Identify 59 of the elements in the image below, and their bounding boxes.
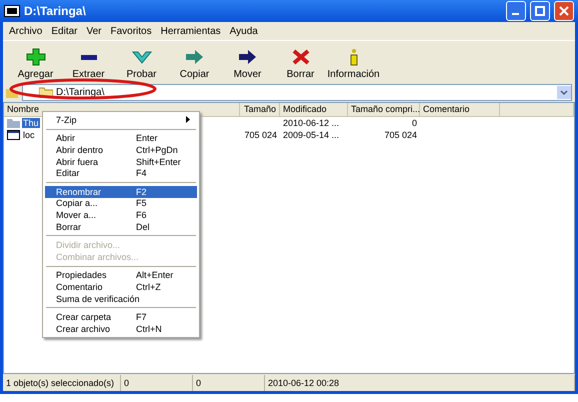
toolbar-button[interactable]: Extraer (62, 48, 115, 80)
context-menu-item[interactable]: Comentario Ctrl+Z (45, 281, 197, 293)
context-menu-item[interactable]: Propiedades Alt+Enter (45, 270, 197, 282)
context-menu-item[interactable]: Editar F4 (45, 167, 197, 179)
context-menu-item[interactable]: Abrir dentro Ctrl+PgDn (45, 144, 197, 156)
table-cell-text: 0 (410, 118, 418, 128)
dropdown-icon[interactable] (557, 86, 571, 98)
maximize-icon (535, 6, 545, 16)
arrow-icon (184, 48, 204, 66)
table-cell-text: 705 024 (243, 130, 278, 140)
plus-icon (26, 48, 46, 66)
menu-item[interactable]: Archivo (9, 26, 42, 36)
file-name[interactable]: Thu (22, 118, 40, 128)
submenu-arrow-icon (186, 116, 191, 124)
table-cell-text: 2010-06-12 ... (282, 118, 340, 128)
toolbar-button[interactable]: Información (327, 48, 380, 80)
close-button[interactable] (554, 1, 574, 21)
menu-item[interactable]: Ver (86, 26, 102, 36)
context-menu-item[interactable]: Borrar Del (45, 220, 197, 232)
menu-item[interactable]: Herramientas (160, 26, 221, 36)
context-menu-item[interactable]: Suma de verificación (45, 292, 197, 304)
context-menu-item[interactable]: Abrir fuera Shift+Enter (45, 156, 197, 168)
file-name[interactable]: loc (22, 130, 36, 140)
table-cell-text: 2009-05-14 ... (282, 130, 340, 140)
toolbar-button[interactable]: Borrar (274, 48, 327, 80)
status-text: 0 (193, 375, 265, 391)
minimize-button[interactable] (506, 1, 526, 21)
status-text: 2010-06-12 00:28 (265, 375, 575, 391)
context-menu-item[interactable]: 7-Zip (45, 114, 197, 126)
window-title: D:\Taringa\ (24, 4, 87, 18)
folder-up-icon[interactable] (6, 86, 18, 98)
table-cell-text: 705 024 (383, 130, 418, 140)
close-icon (559, 6, 569, 16)
maximize-button[interactable] (530, 1, 550, 21)
toolbar-button[interactable]: Copiar (168, 48, 221, 80)
context-menu-item[interactable]: Copiar a... F5 (45, 198, 197, 210)
minus-icon (80, 55, 96, 60)
context-menu-item[interactable]: Renombrar F2 (45, 186, 197, 198)
app-icon (4, 5, 20, 17)
status-text: 0 (121, 375, 193, 391)
arrow-icon (238, 48, 258, 66)
delete-icon (290, 48, 310, 66)
column-header[interactable]: Tamaño (240, 103, 280, 116)
column-header[interactable]: Modificado (280, 103, 348, 116)
status-text: 1 objeto(s) seleccionado(s) (3, 375, 121, 391)
menu-item[interactable]: Favoritos (110, 26, 152, 36)
file-icon (7, 130, 20, 140)
context-menu-item[interactable]: Crear archivo Ctrl+N (45, 322, 197, 334)
address-field[interactable]: D:\Taringa\ (22, 84, 572, 100)
toolbar-button[interactable]: Probar (115, 48, 168, 80)
menu-item[interactable]: Editar (51, 26, 78, 36)
context-menu-item[interactable]: Crear carpeta F7 (45, 311, 197, 323)
column-header[interactable]: Comentario (420, 103, 500, 116)
column-header[interactable]: Tamaño compri... (348, 103, 420, 116)
context-menu-item[interactable]: Abrir Enter (45, 132, 197, 144)
menu-item[interactable]: Ayuda (230, 26, 258, 36)
context-menu-item[interactable]: Mover a... F6 (45, 209, 197, 221)
toolbar-button[interactable]: Agregar (9, 48, 62, 80)
toolbar-button[interactable]: Mover (221, 48, 274, 80)
